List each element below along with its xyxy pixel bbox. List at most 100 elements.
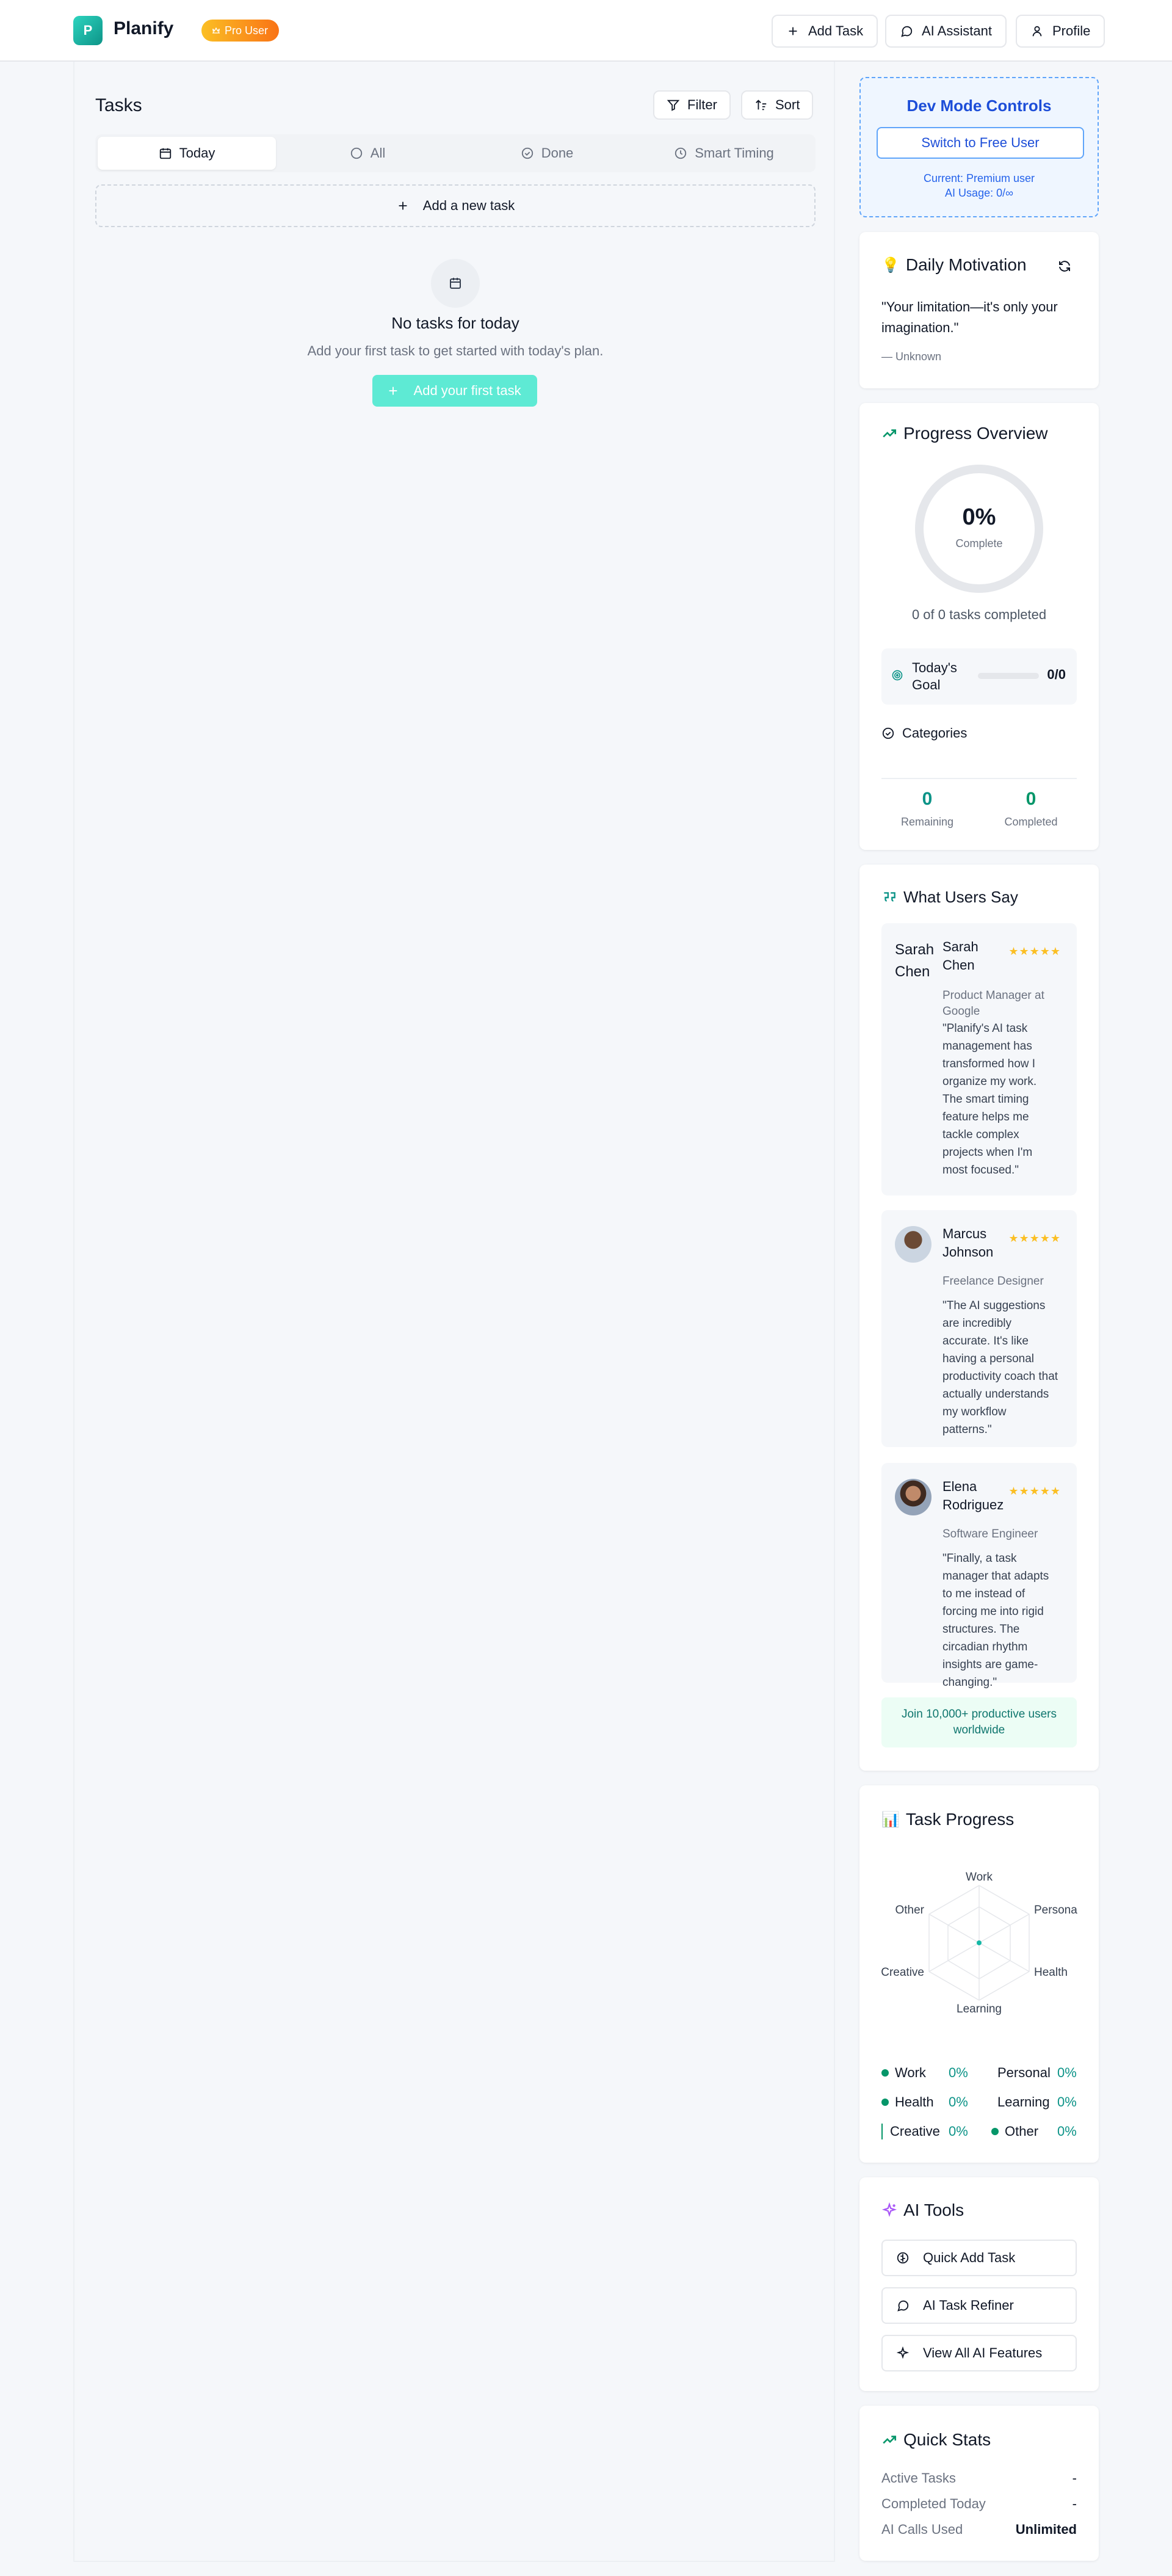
add-new-task-label: Add a new task <box>422 198 515 213</box>
avatar: Sarah Chen <box>895 942 935 980</box>
testimonial-name: Marcus Johnson <box>942 1226 994 1260</box>
empty-state-title: No tasks for today <box>391 314 519 332</box>
legend-dot <box>881 2069 889 2077</box>
ai-assistant-label: AI Assistant <box>922 23 992 38</box>
tab-all-label: All <box>370 145 386 161</box>
legend-label: Creative <box>881 2124 940 2139</box>
app-name[interactable]: Planify <box>114 18 173 39</box>
legend-item-other: Other <box>991 2124 1038 2139</box>
divider <box>881 778 1077 779</box>
testimonial-quote: "The AI suggestions are incredibly accur… <box>942 1299 1058 1436</box>
sort-icon <box>756 100 767 111</box>
legend-percent: 0% <box>1057 2094 1077 2110</box>
switch-to-free-user-button[interactable]: Switch to Free User <box>877 127 1084 159</box>
view-all-ai-features-button[interactable]: View All AI Features <box>881 2335 1077 2371</box>
legend-percent: 0% <box>1057 2065 1077 2080</box>
legend-dot <box>991 2128 999 2135</box>
user-icon <box>1032 26 1042 37</box>
top-header: P Planify Pro User Add Task AI Assistant… <box>0 0 1172 62</box>
check-circle-icon <box>882 727 894 739</box>
quick-add-task-button[interactable]: Quick Add Task <box>881 2240 1077 2276</box>
target-icon <box>892 670 903 681</box>
check-circle-icon <box>521 147 533 159</box>
ai-task-refiner-label: AI Task Refiner <box>923 2298 1014 2313</box>
legend-percent: 0% <box>1057 2124 1077 2139</box>
lightbulb-icon: 💡 <box>881 256 900 274</box>
todays-goal-label: Today's Goal <box>912 660 957 692</box>
legend-item-learning: Learning <box>997 2094 1050 2110</box>
tab-smart-timing[interactable]: Smart Timing <box>635 137 813 170</box>
chat-bubble-icon <box>897 2300 909 2312</box>
testimonials-title: What Users Say <box>903 888 1018 906</box>
testimonial-card: Sarah Chen Sarah Chen ★★★★★ Product Mana… <box>881 923 1077 1195</box>
stat-value: - <box>1072 2470 1077 2486</box>
testimonial-card: Marcus Johnson ★★★★★ Freelance Designer … <box>881 1210 1077 1447</box>
legend-dot <box>881 2099 889 2106</box>
progress-overview-title: Progress Overview <box>903 424 1048 443</box>
radar-chart: Work Persona Health Learning Creative Ot… <box>881 1871 1077 2015</box>
testimonial-quote: "Finally, a task manager that adapts to … <box>942 1552 1049 1689</box>
testimonial-name: Sarah Chen <box>942 939 978 973</box>
testimonial-quote: "Planify's AI task management has transf… <box>942 1022 1037 1177</box>
crown-icon <box>212 27 220 34</box>
legend-item-health: Health <box>881 2094 934 2110</box>
legend-item-personal: Personal <box>997 2065 1051 2081</box>
sort-button[interactable]: Sort <box>741 90 814 120</box>
plus-icon <box>399 201 407 210</box>
todays-goal-bar <box>978 673 1039 679</box>
ai-task-refiner-button[interactable]: AI Task Refiner <box>881 2287 1077 2324</box>
sparkles-icon <box>896 2346 910 2359</box>
stat-value: - <box>1072 2496 1077 2511</box>
tab-all[interactable]: All <box>278 137 457 170</box>
refresh-icon[interactable] <box>1057 259 1072 274</box>
tab-today-label: Today <box>179 145 215 161</box>
dev-mode-card: Dev Mode Controls Switch to Free User Cu… <box>859 77 1099 217</box>
testimonials-card: What Users Say Sarah Chen Sarah Chen ★★★… <box>859 865 1099 1771</box>
ai-assistant-button[interactable]: AI Assistant <box>885 15 1007 48</box>
legend-label: Personal <box>997 2065 1051 2080</box>
categories-label: Categories <box>902 725 968 741</box>
tab-done[interactable]: Done <box>458 137 636 170</box>
logo-letter: P <box>83 23 93 38</box>
quick-stats-title: Quick Stats <box>903 2430 991 2449</box>
add-task-button[interactable]: Add Task <box>772 15 878 48</box>
categories-row[interactable]: Categories <box>881 725 967 741</box>
legend-percent: 0% <box>949 2065 968 2080</box>
pro-badge-label: Pro User <box>225 24 269 37</box>
bar-chart-icon: 📊 <box>881 1811 900 1828</box>
task-progress-card: 📊 Task Progress Work Persona Health Lear… <box>859 1785 1099 2163</box>
motivation-quote: "Your limitation—it's only your imaginat… <box>881 299 1058 335</box>
profile-button[interactable]: Profile <box>1016 15 1105 48</box>
radar-label-learning: Learning <box>957 2003 1002 2015</box>
tasks-title: Tasks <box>95 95 142 115</box>
circle-icon <box>350 147 362 159</box>
completed-label: Completed <box>1004 816 1058 828</box>
task-progress-title: Task Progress <box>905 1810 1015 1829</box>
stat-row-completed-today: Completed Today - <box>881 2496 1077 2512</box>
remaining-value: 0 <box>922 789 933 809</box>
stat-label: Active Tasks <box>881 2470 956 2486</box>
task-progress-header: 📊 Task Progress <box>881 1810 1014 1829</box>
radar-label-work: Work <box>966 1871 993 1884</box>
legend-percent: 0% <box>949 2094 968 2110</box>
testimonial-role: Software Engineer <box>942 1528 1038 1540</box>
daily-motivation-header: 💡 Daily Motivation <box>881 255 1027 275</box>
legend-label: Health <box>895 2094 934 2110</box>
progress-overview-header: Progress Overview <box>881 424 1048 443</box>
add-new-task-button[interactable]: Add a new task <box>95 184 816 227</box>
tab-today[interactable]: Today <box>98 137 276 170</box>
current-plan-text: Current: Premium user <box>923 172 1035 184</box>
motivation-author: — Unknown <box>881 350 942 363</box>
progress-complete-label: Complete <box>955 537 1003 550</box>
brain-icon <box>897 2252 909 2264</box>
sparkles-icon <box>881 2202 897 2218</box>
legend-label: Learning <box>997 2094 1050 2110</box>
add-first-task-button[interactable]: + Add your first task <box>372 375 537 407</box>
task-tabs: Today All Done Smart Timing <box>95 134 816 172</box>
logo[interactable]: P <box>73 16 103 45</box>
todays-goal-value: 0/0 <box>1047 667 1066 682</box>
star-rating: ★★★★★ <box>1008 1485 1061 1497</box>
filter-button[interactable]: Filter <box>653 90 731 120</box>
add-first-task-label: Add your first task <box>413 383 521 398</box>
quick-stats-header: Quick Stats <box>881 2430 991 2450</box>
